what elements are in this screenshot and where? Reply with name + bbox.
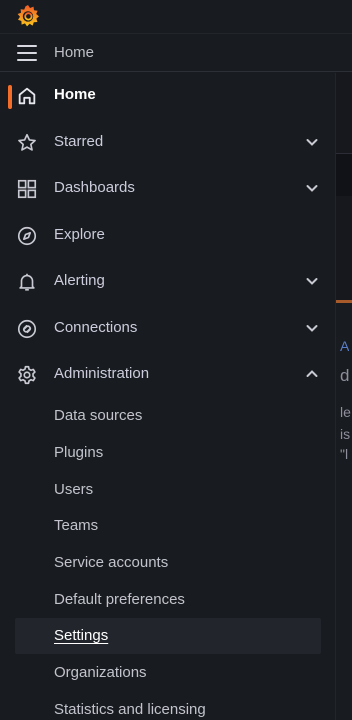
nav-item-connections[interactable]: Connections — [0, 308, 336, 348]
subnav-item-label: Plugins — [54, 444, 104, 461]
subnav-item-default-preferences[interactable]: Default preferences — [0, 583, 336, 617]
menu-toggle-icon[interactable] — [17, 45, 37, 61]
bell-icon — [16, 271, 38, 293]
chevron-down-icon[interactable] — [304, 134, 320, 150]
background-text-fragment: is — [340, 426, 351, 442]
nav-item-label: Alerting — [54, 272, 105, 289]
subnav-item-label: Data sources — [54, 407, 143, 424]
subnav-item-users[interactable]: Users — [0, 473, 336, 507]
nav-item-alerting[interactable]: Alerting — [0, 261, 336, 301]
subnav-item-label: Teams — [54, 517, 99, 534]
chevron-down-icon[interactable] — [304, 180, 320, 196]
nav-item-label: Starred — [54, 133, 104, 150]
subnav-item-plugins[interactable]: Plugins — [0, 436, 336, 470]
subnav-item-label: Default preferences — [54, 591, 185, 608]
home-icon — [16, 85, 38, 107]
subnav-item-label: Settings — [54, 627, 109, 644]
breadcrumb[interactable]: Home — [54, 44, 94, 61]
logo-bar — [0, 0, 352, 34]
side-navigation: Home Starred Dashboards Explore Alerting… — [0, 73, 336, 720]
nav-item-starred[interactable]: Starred — [0, 122, 336, 162]
background-text-fragment: "l — [340, 446, 349, 462]
subnav-item-label: Users — [54, 481, 94, 498]
subnav-item-service-accounts[interactable]: Service accounts — [0, 546, 336, 580]
active-indicator — [8, 85, 12, 109]
grafana-app: A d le is "l Home Home Starred Dashboard… — [0, 0, 352, 720]
subnav-item-statistics-and-licensing[interactable]: Statistics and licensing — [0, 693, 336, 720]
chevron-down-icon[interactable] — [304, 320, 320, 336]
subnav-item-label: Statistics and licensing — [54, 701, 206, 718]
subnav-item-organizations[interactable]: Organizations — [0, 656, 336, 690]
grafana-logo-icon[interactable] — [15, 3, 41, 29]
dashboard-grid-icon — [16, 178, 38, 200]
nav-item-label: Administration — [54, 365, 150, 382]
nav-item-administration[interactable]: Administration — [0, 354, 336, 394]
nav-item-home[interactable]: Home — [0, 75, 336, 115]
nav-item-explore[interactable]: Explore — [0, 215, 336, 255]
subnav-item-data-sources[interactable]: Data sources — [0, 399, 336, 433]
subnav-item-label: Organizations — [54, 664, 147, 681]
background-text-fragment: A — [340, 338, 350, 354]
background-panel — [336, 72, 352, 154]
star-icon — [16, 132, 38, 154]
nav-item-dashboards[interactable]: Dashboards — [0, 168, 336, 208]
top-nav-bar: Home — [0, 34, 352, 72]
background-text-fragment: d — [340, 366, 350, 385]
subnav-item-settings[interactable]: Settings — [15, 618, 321, 654]
connections-icon — [16, 318, 38, 340]
chevron-up-icon[interactable] — [304, 366, 320, 382]
background-text-fragment: le — [340, 404, 351, 420]
nav-item-label: Dashboards — [54, 179, 135, 196]
subnav-item-teams[interactable]: Teams — [0, 509, 336, 543]
nav-item-label: Home — [54, 86, 96, 103]
nav-item-label: Connections — [54, 319, 138, 336]
compass-icon — [16, 225, 38, 247]
gear-icon — [16, 364, 38, 386]
subnav-item-label: Service accounts — [54, 554, 169, 571]
nav-item-label: Explore — [54, 226, 105, 243]
chevron-down-icon[interactable] — [304, 273, 320, 289]
background-panel — [336, 196, 352, 300]
